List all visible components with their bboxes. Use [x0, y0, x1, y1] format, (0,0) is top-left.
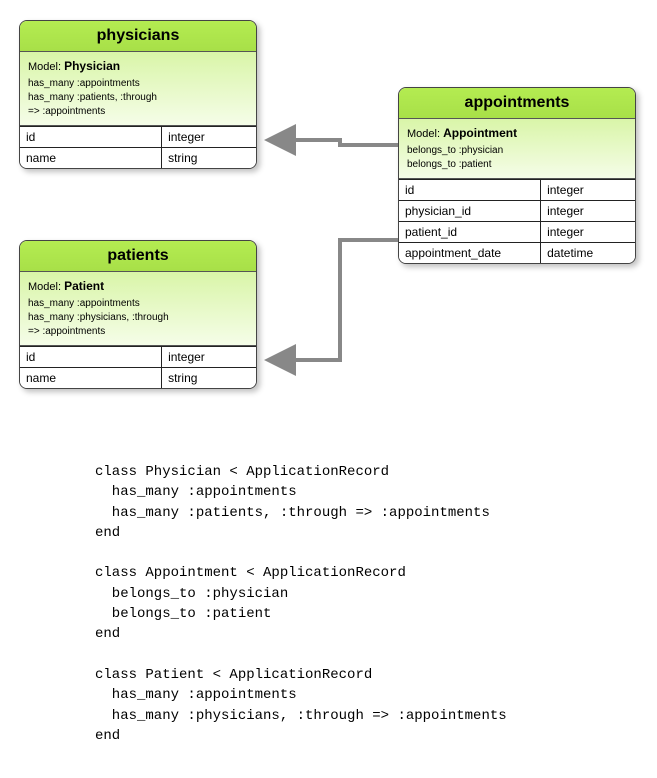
entity-physicians: physicians Model: Physician has_many :ap… [19, 20, 257, 169]
column-name: id [399, 180, 541, 201]
table-row: appointment_date datetime [399, 243, 635, 264]
column-type: integer [162, 127, 256, 148]
entity-appointments-model-name: Appointment [443, 126, 517, 140]
column-type: integer [541, 222, 635, 243]
entity-patients-assoc-1: has_many :physicians, :through [28, 311, 248, 325]
entity-patients: patients Model: Patient has_many :appoin… [19, 240, 257, 389]
column-name: id [20, 347, 162, 368]
code-example: class Physician < ApplicationRecord has_… [95, 462, 507, 746]
entity-physicians-model-label: Model: [28, 61, 61, 73]
connector-appointments-to-patients [272, 240, 398, 360]
entity-physicians-title: physicians [20, 21, 256, 52]
entity-physicians-model-name: Physician [64, 59, 120, 73]
column-type: string [162, 148, 256, 169]
column-type: integer [162, 347, 256, 368]
entity-appointments-meta: Model: Appointment belongs_to :physician… [399, 119, 635, 179]
column-type: string [162, 368, 256, 389]
entity-appointments-title: appointments [399, 88, 635, 119]
entity-physicians-assoc-0: has_many :appointments [28, 77, 248, 91]
column-name: physician_id [399, 201, 541, 222]
table-row: id integer [399, 180, 635, 201]
column-name: patient_id [399, 222, 541, 243]
entity-patients-title: patients [20, 241, 256, 272]
entity-appointments-columns: id integer physician_id integer patient_… [399, 179, 635, 263]
column-type: datetime [541, 243, 635, 264]
entity-appointments: appointments Model: Appointment belongs_… [398, 87, 636, 264]
column-name: id [20, 127, 162, 148]
entity-patients-model-label: Model: [28, 281, 61, 293]
entity-physicians-meta: Model: Physician has_many :appointments … [20, 52, 256, 126]
table-row: patient_id integer [399, 222, 635, 243]
column-name: name [20, 368, 162, 389]
table-row: name string [20, 368, 256, 389]
table-row: id integer [20, 127, 256, 148]
column-name: name [20, 148, 162, 169]
entity-appointments-assoc-0: belongs_to :physician [407, 144, 627, 158]
entity-patients-assoc-0: has_many :appointments [28, 297, 248, 311]
entity-physicians-assoc-1: has_many :patients, :through [28, 91, 248, 105]
column-type: integer [541, 180, 635, 201]
table-row: name string [20, 148, 256, 169]
entity-patients-meta: Model: Patient has_many :appointments ha… [20, 272, 256, 346]
connector-appointments-to-physicians [272, 140, 398, 145]
entity-patients-assoc-2: => :appointments [28, 325, 248, 339]
entity-appointments-model-label: Model: [407, 128, 440, 140]
diagram-canvas: physicians Model: Physician has_many :ap… [0, 0, 657, 778]
column-name: appointment_date [399, 243, 541, 264]
entity-physicians-assoc-2: => :appointments [28, 105, 248, 119]
entity-appointments-assoc-1: belongs_to :patient [407, 158, 627, 172]
entity-patients-model-name: Patient [64, 279, 104, 293]
table-row: id integer [20, 347, 256, 368]
table-row: physician_id integer [399, 201, 635, 222]
column-type: integer [541, 201, 635, 222]
entity-patients-columns: id integer name string [20, 346, 256, 388]
entity-physicians-columns: id integer name string [20, 126, 256, 168]
